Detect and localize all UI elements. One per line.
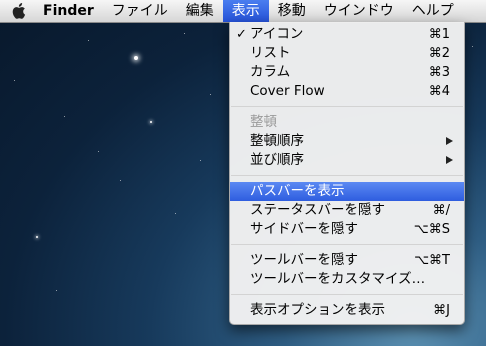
menu-item-shortcut: ⌘4 bbox=[428, 84, 450, 99]
menu-item-arrange-by[interactable]: 並び順序 bbox=[230, 151, 464, 170]
star bbox=[134, 56, 138, 60]
menu-item-cover-flow[interactable]: Cover Flow ⌘4 bbox=[230, 82, 464, 101]
menu-item-column-view[interactable]: カラム ⌘3 bbox=[230, 63, 464, 82]
menu-bar: Finder ファイル 編集 表示 移動 ウインドウ ヘルプ bbox=[0, 0, 486, 23]
menu-item-label: アイコン bbox=[250, 26, 304, 42]
menu-item-shortcut: ⌘2 bbox=[428, 46, 450, 61]
menu-item-hide-status-bar[interactable]: ステータスバーを隠す ⌘/ bbox=[230, 201, 464, 220]
menu-item-label: パスバーを表示 bbox=[250, 183, 345, 199]
menu-item-show-view-options[interactable]: 表示オプションを表示 ⌘J bbox=[230, 301, 464, 320]
menu-edit[interactable]: 編集 bbox=[177, 0, 223, 22]
star bbox=[56, 290, 57, 291]
menu-item-show-path-bar[interactable]: パスバーを表示 bbox=[230, 182, 464, 201]
submenu-arrow-icon bbox=[446, 137, 453, 145]
menu-file[interactable]: ファイル bbox=[103, 0, 177, 22]
menu-item-label: リスト bbox=[250, 45, 291, 61]
menu-item-shortcut: ⌘/ bbox=[432, 203, 450, 218]
star bbox=[36, 236, 38, 238]
submenu-arrow-icon bbox=[446, 156, 453, 164]
menu-go[interactable]: 移動 bbox=[269, 0, 315, 22]
menu-item-clean-up: 整頓 bbox=[230, 113, 464, 132]
star bbox=[64, 116, 65, 117]
star bbox=[472, 46, 473, 47]
menu-item-shortcut: ⌥⌘S bbox=[413, 222, 450, 237]
menu-item-label: Cover Flow bbox=[250, 83, 325, 99]
star bbox=[175, 213, 176, 214]
star bbox=[184, 33, 185, 34]
menu-view[interactable]: 表示 bbox=[222, 0, 269, 22]
menu-item-clean-up-by[interactable]: 整頓順序 bbox=[230, 132, 464, 151]
menu-item-label: ツールバーを隠す bbox=[250, 252, 358, 268]
menu-window[interactable]: ウインドウ bbox=[315, 0, 403, 22]
star bbox=[200, 160, 201, 161]
menu-help[interactable]: ヘルプ bbox=[403, 0, 463, 22]
menu-separator bbox=[231, 106, 463, 107]
menu-item-label: ツールバーをカスタマイズ… bbox=[250, 271, 426, 287]
menu-separator bbox=[231, 175, 463, 176]
menu-separator bbox=[231, 294, 463, 295]
checkmark-icon: ✓ bbox=[236, 27, 247, 42]
menu-item-hide-sidebar[interactable]: サイドバーを隠す ⌥⌘S bbox=[230, 220, 464, 239]
menu-separator bbox=[231, 244, 463, 245]
star bbox=[88, 40, 89, 41]
menu-item-label: ステータスバーを隠す bbox=[250, 202, 385, 218]
menu-item-label: 整頓 bbox=[250, 114, 277, 130]
menu-item-hide-toolbar[interactable]: ツールバーを隠す ⌥⌘T bbox=[230, 251, 464, 270]
menu-item-list-view[interactable]: リスト ⌘2 bbox=[230, 44, 464, 63]
menu-item-label: 表示オプションを表示 bbox=[250, 302, 385, 318]
apple-logo-icon[interactable] bbox=[4, 0, 34, 22]
view-menu-dropdown: ✓ アイコン ⌘1 リスト ⌘2 カラム ⌘3 Cover Flow ⌘4 整頓… bbox=[229, 22, 465, 325]
menu-item-shortcut: ⌘3 bbox=[428, 65, 450, 80]
menu-item-shortcut: ⌘1 bbox=[428, 27, 450, 42]
star bbox=[14, 80, 15, 81]
star bbox=[120, 180, 121, 181]
menu-item-label: 整頓順序 bbox=[250, 133, 304, 149]
star bbox=[210, 94, 211, 95]
menu-item-icon-view[interactable]: ✓ アイコン ⌘1 bbox=[230, 25, 464, 44]
star bbox=[98, 151, 99, 152]
star bbox=[150, 121, 152, 123]
menu-item-shortcut: ⌘J bbox=[433, 303, 450, 318]
menu-item-customize-toolbar[interactable]: ツールバーをカスタマイズ… bbox=[230, 270, 464, 289]
menu-item-label: サイドバーを隠す bbox=[250, 221, 358, 237]
menu-finder[interactable]: Finder bbox=[34, 0, 103, 22]
menu-item-shortcut: ⌥⌘T bbox=[414, 253, 450, 268]
menu-item-label: カラム bbox=[250, 64, 291, 80]
menu-item-label: 並び順序 bbox=[250, 152, 304, 168]
